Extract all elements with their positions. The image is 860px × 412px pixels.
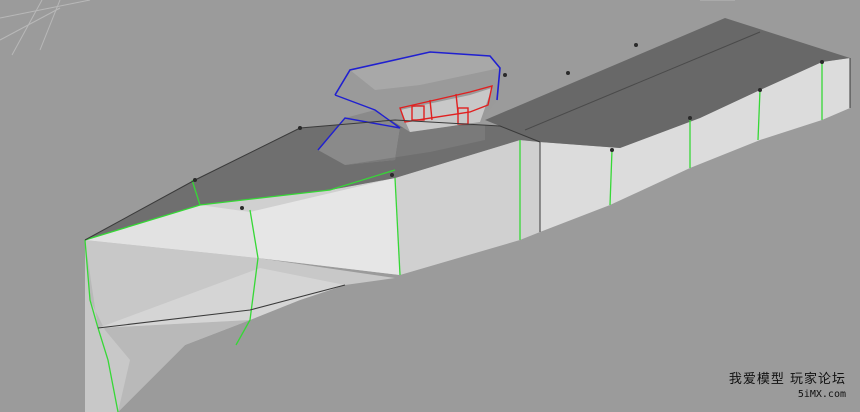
boat-model-render [0, 0, 851, 412]
watermark-title: 我爱模型 玩家论坛 [728, 371, 846, 387]
watermark: 我爱模型 玩家论坛 5iMX.com [728, 371, 846, 400]
3d-viewport[interactable]: 我爱模型 玩家论坛 5iMX.com [0, 0, 860, 412]
watermark-url: 5iMX.com [797, 389, 846, 400]
grid-lines [0, 0, 735, 56]
